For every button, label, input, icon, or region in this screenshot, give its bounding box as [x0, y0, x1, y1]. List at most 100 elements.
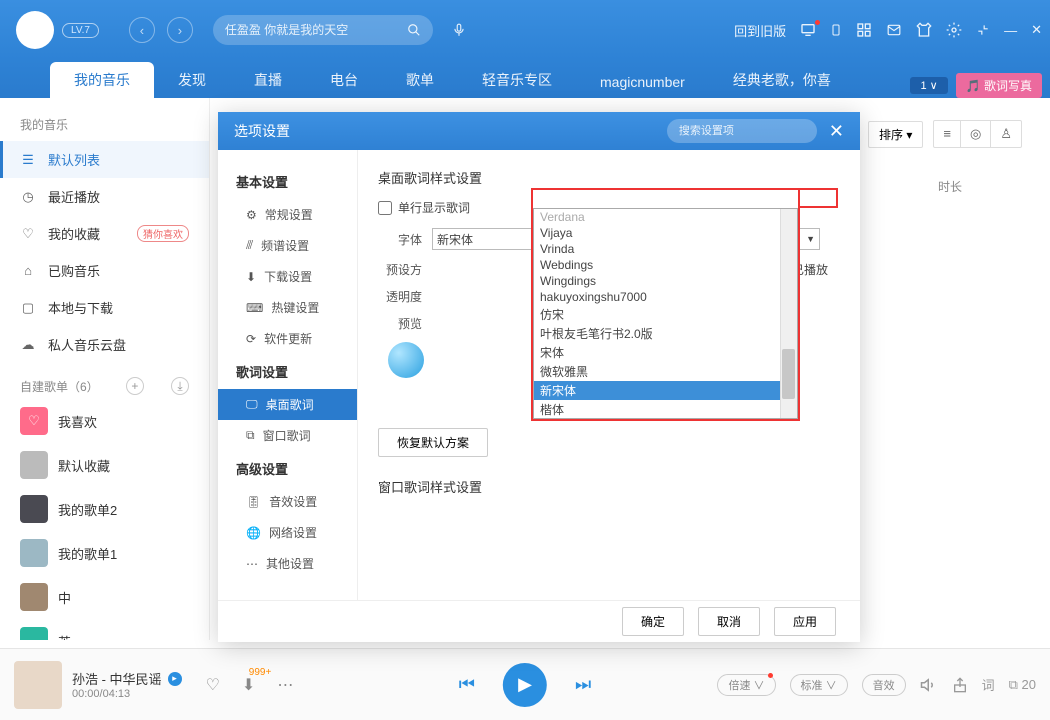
more-icon[interactable]: ⋯: [277, 675, 293, 695]
nav-hotkey[interactable]: ⌨热键设置: [218, 292, 357, 323]
minimize-icon[interactable]: —: [1004, 23, 1017, 38]
search-box[interactable]: [213, 15, 433, 45]
cancel-button[interactable]: 取消: [698, 607, 760, 636]
dropdown-scrollbar[interactable]: [780, 209, 797, 418]
font-option[interactable]: 微软雅黑: [534, 362, 797, 381]
tab-discover[interactable]: 发现: [154, 62, 230, 98]
gear-icon[interactable]: [946, 22, 962, 38]
user-view-icon[interactable]: ♙: [991, 121, 1021, 147]
slider-icon: 🎚: [246, 495, 261, 509]
tab-magic[interactable]: magicnumber: [576, 66, 709, 98]
badge-count[interactable]: 1 ∨: [910, 77, 947, 94]
prev-icon[interactable]: ⏮: [459, 674, 475, 695]
single-line-checkbox[interactable]: [378, 201, 392, 215]
font-dropdown-list[interactable]: Verdana Vijaya Vrinda Webdings Wingdings…: [533, 208, 798, 419]
share-icon[interactable]: [952, 677, 968, 693]
refresh-icon: ⟳: [246, 332, 256, 346]
next-icon[interactable]: ⏭: [575, 674, 591, 695]
nav-back-icon[interactable]: ‹: [129, 17, 155, 43]
badge-lyric-photo[interactable]: 🎵 歌词写真: [956, 73, 1042, 98]
font-option[interactable]: Vrinda: [534, 241, 797, 257]
font-option[interactable]: 楷体: [534, 400, 797, 419]
add-playlist-icon[interactable]: +: [126, 377, 144, 395]
font-option[interactable]: Webdings: [534, 257, 797, 273]
album-art[interactable]: [14, 661, 62, 709]
sidebar-item-recent[interactable]: ◷最近播放: [0, 178, 209, 215]
disc-view-icon[interactable]: ◎: [961, 121, 991, 147]
restore-default-button[interactable]: 恢复默认方案: [378, 428, 488, 457]
tab-classic[interactable]: 经典老歌，你喜: [709, 62, 855, 98]
nav-desktop-lyric[interactable]: 🖵桌面歌词: [218, 389, 357, 420]
ok-button[interactable]: 确定: [622, 607, 684, 636]
nav-general[interactable]: ⚙常规设置: [218, 199, 357, 230]
dialog-close-icon[interactable]: ✕: [829, 121, 844, 142]
sidebar-item-favorites[interactable]: ♡我的收藏猜你喜欢: [0, 215, 209, 252]
track-title[interactable]: 孙浩 - 中华民谣: [72, 669, 162, 688]
skin-icon[interactable]: [916, 22, 932, 38]
nav-download[interactable]: ⬇下载设置: [218, 261, 357, 292]
mic-icon[interactable]: [447, 18, 471, 42]
avatar[interactable]: [16, 11, 54, 49]
apps-icon[interactable]: [856, 22, 872, 38]
font-option-selected[interactable]: 新宋体: [534, 381, 797, 400]
playlist-1[interactable]: 我的歌单1: [0, 531, 209, 575]
effect-button[interactable]: 音效: [862, 674, 906, 696]
level-badge[interactable]: LV.7: [62, 23, 99, 38]
nav-spectrum[interactable]: ⫻频谱设置: [218, 230, 357, 261]
phone-icon[interactable]: [830, 22, 842, 38]
sidebar-item-purchased[interactable]: ⌂已购音乐: [0, 252, 209, 289]
font-option[interactable]: hakuyoxingshu7000: [534, 289, 797, 305]
playlist-cn[interactable]: 中: [0, 575, 209, 619]
sidebar-item-default[interactable]: ☰默认列表: [0, 141, 209, 178]
thumb-icon: [20, 627, 48, 640]
return-old-link[interactable]: 回到旧版: [734, 21, 786, 40]
font-option[interactable]: 仿宋: [534, 305, 797, 324]
nav-audio-effect[interactable]: 🎚音效设置: [218, 486, 357, 517]
scrollbar-thumb[interactable]: [782, 349, 795, 399]
dialog-search-input[interactable]: [679, 125, 805, 137]
tab-lightmusic[interactable]: 轻音乐专区: [458, 62, 576, 98]
font-option[interactable]: Verdana: [534, 209, 797, 225]
nav-network[interactable]: 🌐网络设置: [218, 517, 357, 548]
nav-window-lyric[interactable]: ⧉窗口歌词: [218, 420, 357, 451]
playlist-like[interactable]: ♡我喜欢: [0, 399, 209, 443]
apply-button[interactable]: 应用: [774, 607, 836, 636]
nav-update[interactable]: ⟳软件更新: [218, 323, 357, 354]
playlist-en[interactable]: 英: [0, 619, 209, 640]
tab-my-music[interactable]: 我的音乐: [50, 62, 154, 98]
list-view-icon[interactable]: ≡: [934, 121, 961, 147]
mini-icon[interactable]: [976, 23, 990, 37]
sidebar-item-cloud[interactable]: ☁私人音乐云盘: [0, 326, 209, 363]
quality-badge-icon[interactable]: ▸: [168, 672, 182, 686]
playlist-2[interactable]: 我的歌单2: [0, 487, 209, 531]
sidebar-item-local[interactable]: ▢本地与下载: [0, 289, 209, 326]
nav-other[interactable]: ⋯其他设置: [218, 548, 357, 579]
cloud-icon: ☁: [20, 337, 36, 353]
like-icon[interactable]: ♡: [206, 675, 220, 695]
playlist-default-fav[interactable]: 默认收藏: [0, 443, 209, 487]
font-option[interactable]: Vijaya: [534, 225, 797, 241]
lyric-button[interactable]: 词: [982, 675, 995, 694]
nav-forward-icon[interactable]: ›: [167, 17, 193, 43]
thumb-icon: [20, 451, 48, 479]
tab-radio[interactable]: 电台: [306, 62, 382, 98]
speed-button[interactable]: 倍速 ∨: [717, 674, 775, 696]
mail-icon[interactable]: [886, 23, 902, 37]
tab-playlist[interactable]: 歌单: [382, 62, 458, 98]
search-icon[interactable]: [407, 23, 421, 37]
queue-button[interactable]: ⧉ 20: [1009, 677, 1036, 693]
sort-button[interactable]: 排序 ▾: [868, 121, 923, 148]
volume-icon[interactable]: [920, 676, 938, 694]
screen-icon[interactable]: [800, 22, 816, 38]
play-button[interactable]: ▶: [503, 663, 547, 707]
download-icon[interactable]: ⬇999+: [242, 675, 255, 695]
font-option[interactable]: 叶根友毛笔行书2.0版: [534, 324, 797, 343]
font-option[interactable]: Wingdings: [534, 273, 797, 289]
import-playlist-icon[interactable]: ⤓: [171, 377, 189, 395]
search-input[interactable]: [225, 23, 407, 37]
dialog-search[interactable]: [667, 119, 817, 143]
tab-live[interactable]: 直播: [230, 62, 306, 98]
quality-button[interactable]: 标准 ∨: [790, 674, 848, 696]
close-icon[interactable]: ✕: [1031, 22, 1042, 38]
font-option[interactable]: 宋体: [534, 343, 797, 362]
